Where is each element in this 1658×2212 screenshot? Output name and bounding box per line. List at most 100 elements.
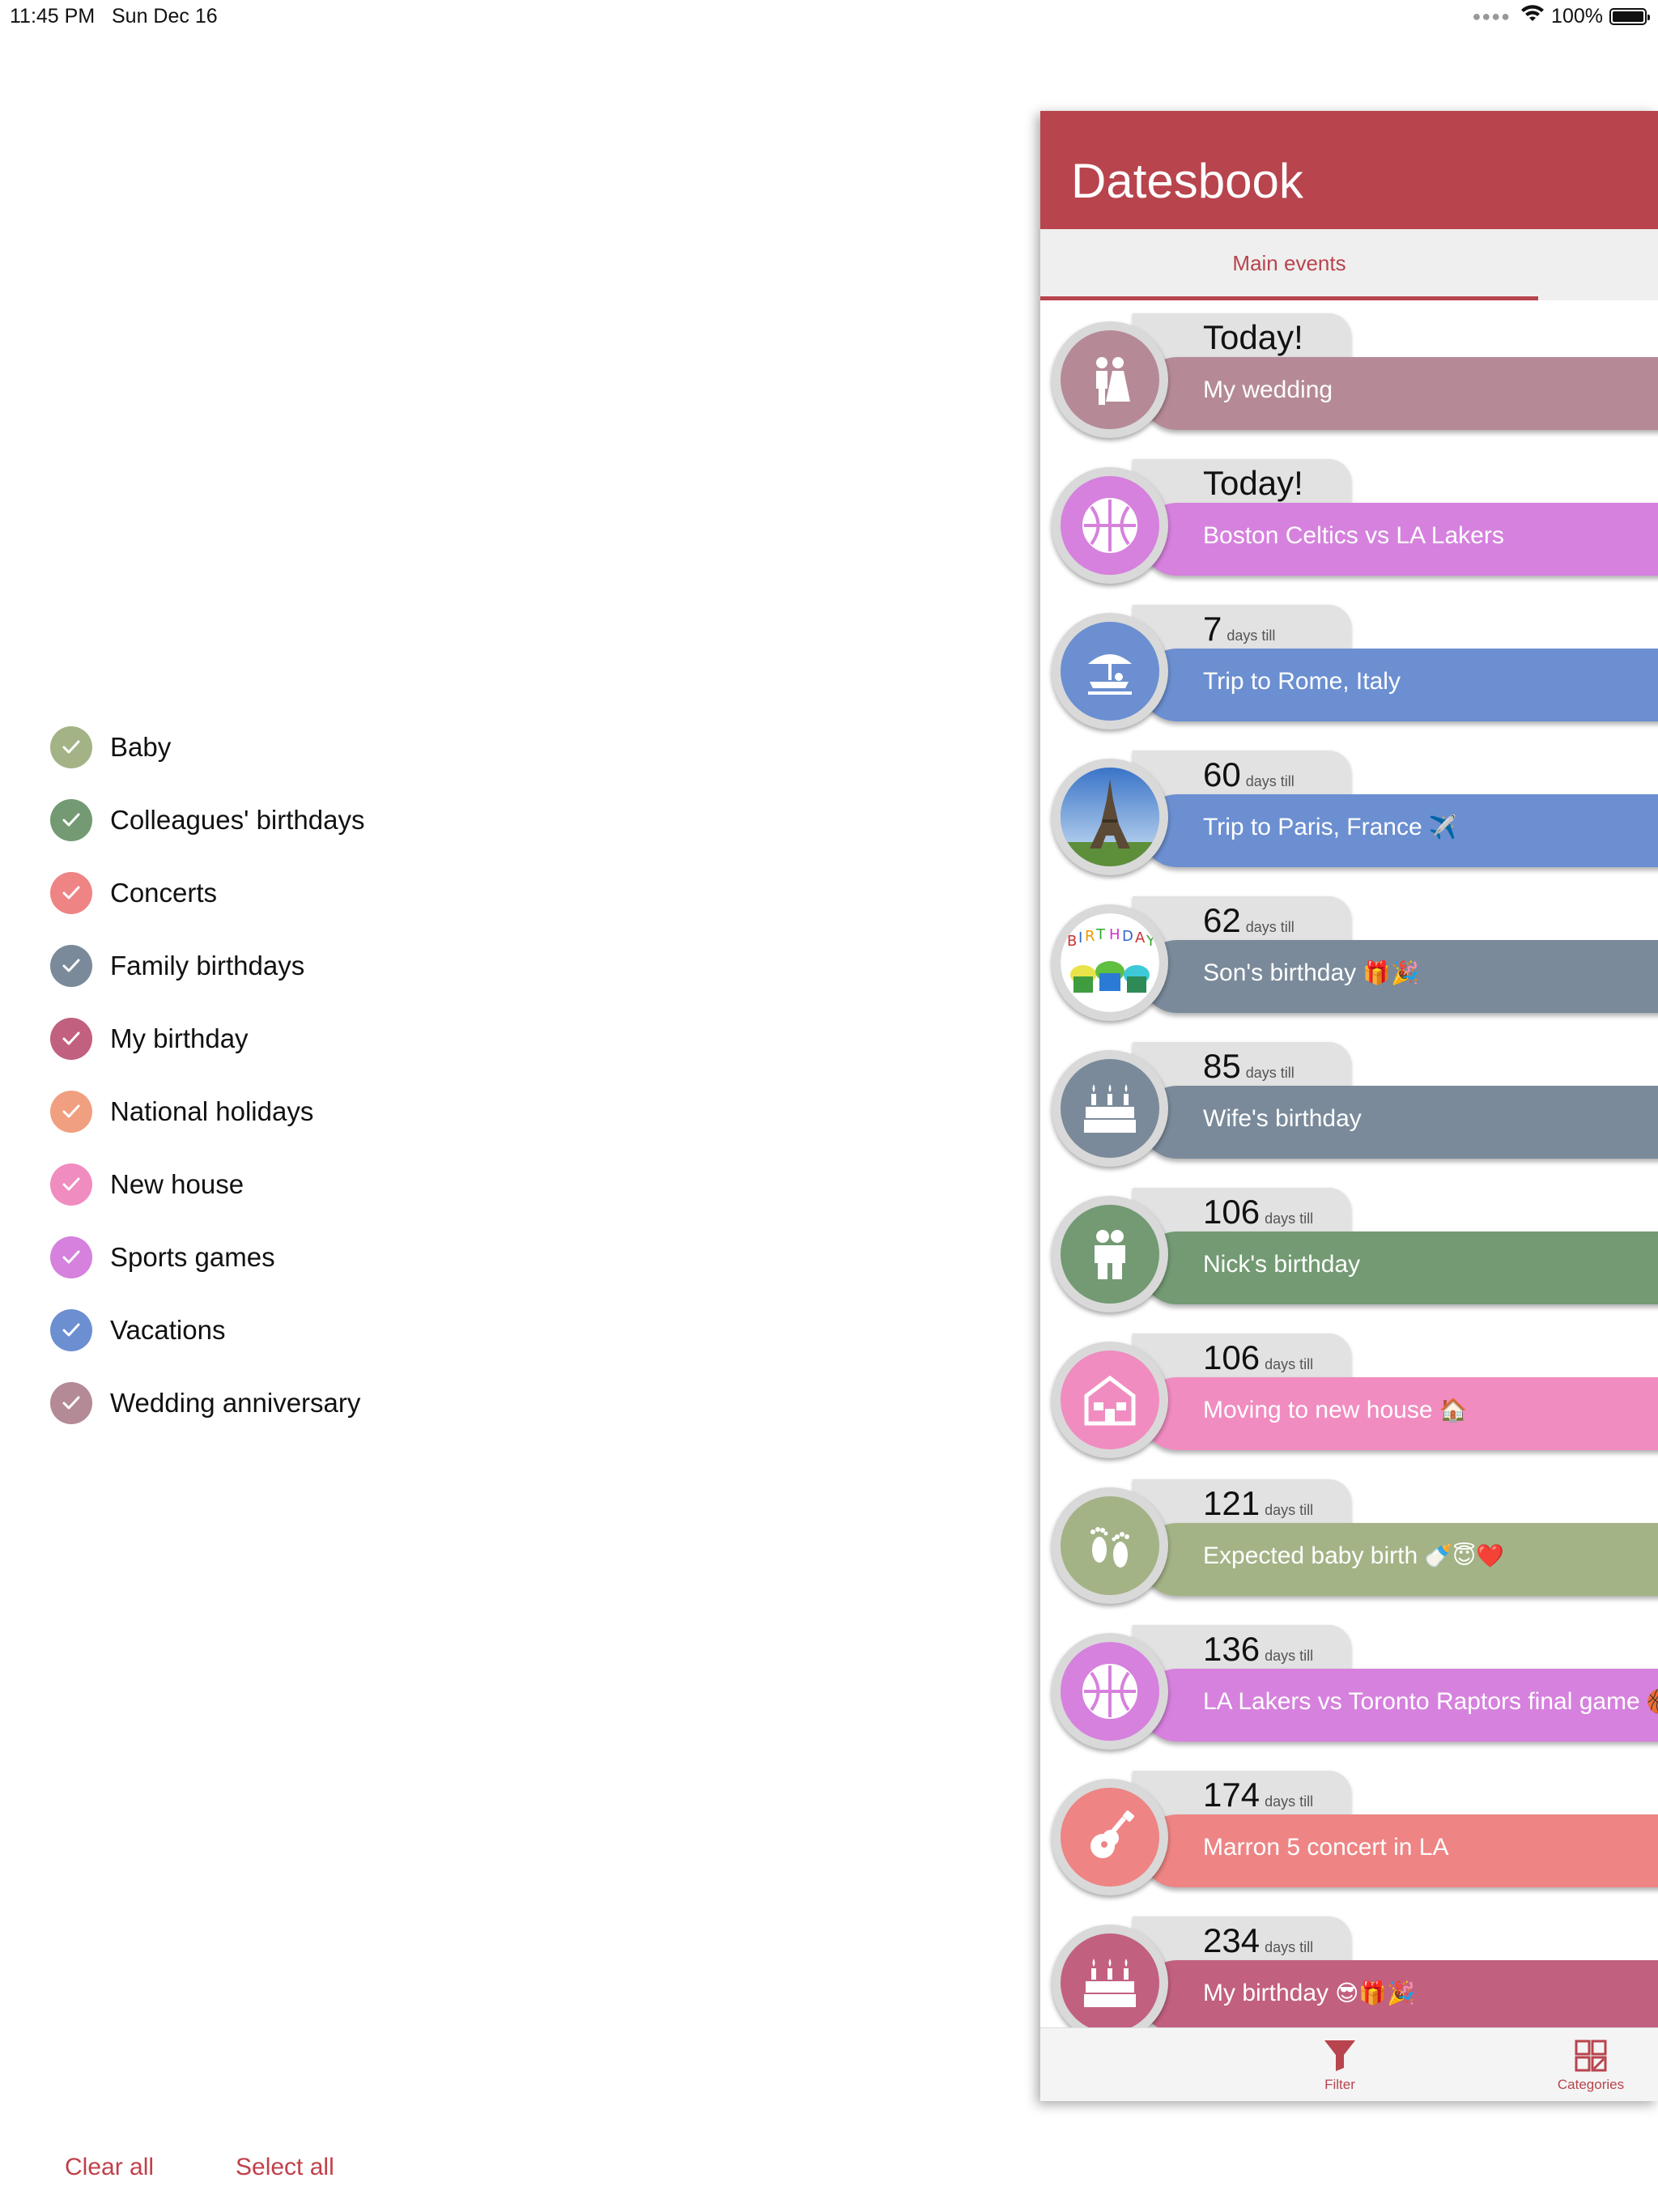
status-bar: 11:45 PM Sun Dec 16 ●●●● 100% [0, 0, 1658, 32]
filter-tab-label: Filter [1324, 2077, 1355, 2092]
category-item[interactable]: National holidays [50, 1075, 364, 1148]
countdown-value: 7 [1203, 610, 1222, 648]
checkmark-icon[interactable] [50, 1018, 92, 1060]
event-title-bar[interactable]: Nick's birthday [1141, 1231, 1658, 1304]
house-icon [1061, 1351, 1159, 1449]
event-emoji: ✈️ [1428, 814, 1457, 840]
filter-icon [1291, 2038, 1388, 2074]
event-card[interactable]: 136 days till LA Lakers vs Toronto Raptors… [1052, 1625, 1658, 1755]
tab-bar: Main events [1040, 229, 1658, 300]
event-card[interactable]: 7 days till Trip to Rome, Italy [1052, 605, 1658, 734]
checkmark-icon[interactable] [50, 1382, 92, 1424]
event-icon-ring [1052, 1196, 1168, 1312]
countdown-unit: days till [1265, 1939, 1314, 1955]
event-title: Boston Celtics vs LA Lakers [1203, 522, 1504, 549]
category-label: Wedding anniversary [110, 1388, 361, 1418]
countdown-value: Today! [1203, 318, 1303, 356]
category-label: National holidays [110, 1096, 314, 1126]
category-item[interactable]: My birthday [50, 1002, 364, 1075]
checkmark-icon[interactable] [50, 1309, 92, 1351]
event-title-bar[interactable]: Moving to new house 🏠 [1141, 1377, 1658, 1450]
birthday-cupcakes-photo: BIRTHDAY [1061, 913, 1159, 1012]
event-icon-ring [1052, 1779, 1168, 1895]
baby-feet-icon [1061, 1496, 1159, 1595]
event-title-bar[interactable]: Expected baby birth 🍼😇❤️ [1141, 1523, 1658, 1596]
countdown-unit: days till [1245, 1065, 1295, 1081]
event-title-bar[interactable]: Trip to Rome, Italy [1141, 649, 1658, 721]
birthday-cake-icon [1061, 1059, 1159, 1158]
status-date: Sun Dec 16 [112, 5, 218, 28]
event-title-bar[interactable]: Wife's birthday [1141, 1086, 1658, 1159]
event-title-bar[interactable]: Boston Celtics vs LA Lakers [1141, 503, 1658, 576]
event-title-bar[interactable]: Son's birthday 🎁🎉 [1141, 940, 1658, 1013]
checkmark-icon[interactable] [50, 726, 92, 768]
category-item[interactable]: New house [50, 1148, 364, 1221]
event-card[interactable]: 106 days till Moving to new house 🏠 [1052, 1334, 1658, 1463]
event-title: Marron 5 concert in LA [1203, 1834, 1449, 1861]
event-title: Moving to new house [1203, 1397, 1433, 1423]
event-title-bar[interactable]: My wedding [1141, 357, 1658, 430]
tab-main-events[interactable]: Main events [1040, 229, 1538, 300]
event-icon-ring [1052, 1342, 1168, 1458]
event-icon-ring [1052, 759, 1168, 875]
app-header: Datesbook [1040, 111, 1658, 229]
countdown-value: 234 [1203, 1921, 1261, 1959]
checkmark-icon[interactable] [50, 799, 92, 841]
countdown-value: 121 [1203, 1484, 1261, 1522]
event-emoji: 🍼😇❤️ [1424, 1542, 1505, 1569]
event-card[interactable]: 85 days till Wife's birthday [1052, 1042, 1658, 1172]
event-card[interactable]: 106 days till Nick's birthday [1052, 1188, 1658, 1317]
category-item[interactable]: Baby [50, 711, 364, 784]
event-title: LA Lakers vs Toronto Raptors final game [1203, 1688, 1640, 1715]
event-card[interactable]: 234 days till My birthday 😎🎁🎉 [1052, 1916, 1658, 2046]
event-title-bar[interactable]: Marron 5 concert in LA [1141, 1814, 1658, 1887]
svg-text:H: H [1109, 926, 1120, 943]
event-title: My birthday [1203, 1980, 1329, 2006]
countdown-unit: days till [1265, 1210, 1314, 1227]
event-card[interactable]: Today! Boston Celtics vs LA Lakers [1052, 459, 1658, 589]
svg-text:R: R [1085, 928, 1095, 945]
countdown-value: 174 [1203, 1776, 1261, 1814]
checkmark-icon[interactable] [50, 945, 92, 987]
event-title: Son's birthday [1203, 959, 1357, 986]
clear-all-button[interactable]: Clear all [65, 2154, 154, 2181]
wedding-couple-icon [1061, 330, 1159, 429]
events-list[interactable]: Today! My wedding Today! Boston Celtics vs … [1040, 300, 1658, 2101]
event-title-bar[interactable]: LA Lakers vs Toronto Raptors final game 🏀 [1141, 1669, 1658, 1742]
category-item[interactable]: Wedding anniversary [50, 1367, 364, 1440]
event-icon-ring [1052, 613, 1168, 730]
filter-tab[interactable]: Filter [1291, 2038, 1388, 2093]
category-item[interactable]: Concerts [50, 857, 364, 929]
event-title-bar[interactable]: Trip to Paris, France ✈️ [1141, 794, 1658, 867]
countdown-unit: days till [1226, 627, 1276, 644]
checkmark-icon[interactable] [50, 1091, 92, 1133]
countdown-unit: days till [1265, 1793, 1314, 1810]
checkmark-icon[interactable] [50, 1163, 92, 1206]
event-card[interactable]: 60 days till Trip to Paris, France ✈️ [1052, 751, 1658, 880]
event-emoji: 😎🎁🎉 [1335, 1980, 1415, 2006]
basketball-icon [1061, 476, 1159, 575]
category-label: Sports games [110, 1242, 275, 1272]
select-all-button[interactable]: Select all [236, 2154, 334, 2181]
checkmark-icon[interactable] [50, 1236, 92, 1278]
countdown-unit: days till [1245, 919, 1295, 935]
event-card[interactable]: Today! My wedding [1052, 313, 1658, 443]
event-card[interactable]: 174 days till Marron 5 concert in LA [1052, 1771, 1658, 1900]
checkmark-icon[interactable] [50, 872, 92, 914]
category-item[interactable]: Family birthdays [50, 929, 364, 1002]
event-icon-ring [1052, 1633, 1168, 1750]
battery-percent: 100% [1551, 5, 1603, 28]
event-title-bar[interactable]: My birthday 😎🎁🎉 [1141, 1960, 1658, 2033]
event-card[interactable]: 62 days till Son's birthday 🎁🎉 B I R T H D A Y [1052, 896, 1658, 1026]
eiffel-tower-photo [1061, 768, 1159, 866]
categories-tab[interactable]: Categories [1542, 2038, 1639, 2093]
category-label: My birthday [110, 1023, 249, 1053]
category-item[interactable]: Colleagues' birthdays [50, 784, 364, 857]
category-item[interactable]: Sports games [50, 1221, 364, 1294]
event-card[interactable]: 121 days till Expected baby birth 🍼😇❤️ [1052, 1479, 1658, 1609]
category-item[interactable]: Vacations [50, 1294, 364, 1367]
birthday-cake-icon [1061, 1933, 1159, 2032]
event-emoji: 🏠 [1439, 1397, 1468, 1423]
battery-icon [1609, 8, 1650, 25]
event-title: My wedding [1203, 376, 1333, 403]
